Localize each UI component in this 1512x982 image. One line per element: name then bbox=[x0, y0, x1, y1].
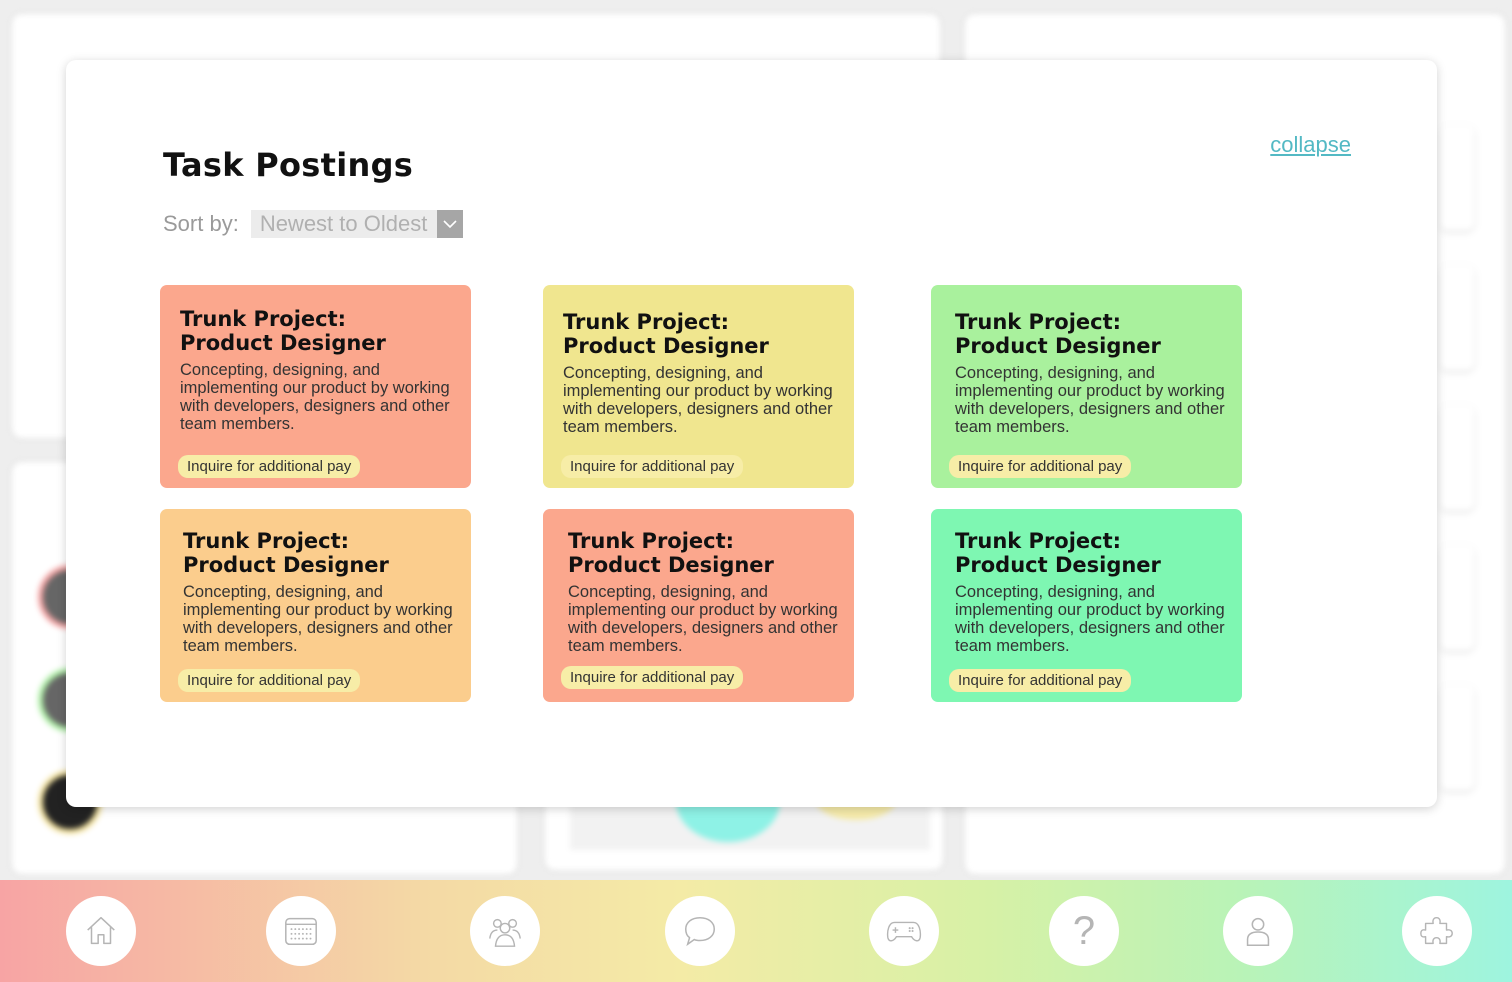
nav-games-button[interactable] bbox=[869, 896, 939, 966]
sort-label: Sort by: bbox=[163, 211, 239, 236]
background-posting-card bbox=[1440, 405, 1474, 510]
collapse-link[interactable]: collapse bbox=[1270, 132, 1351, 158]
task-title-line2: Product Designer bbox=[955, 334, 1161, 358]
sort-row: Sort by: Newest to Oldest bbox=[163, 210, 464, 238]
task-card[interactable]: Trunk Project: Product Designer Concepti… bbox=[160, 509, 471, 702]
nav-home-button[interactable] bbox=[66, 896, 136, 966]
team-icon bbox=[489, 918, 521, 947]
task-description: Concepting, designing, and implementing … bbox=[563, 364, 833, 436]
nav-team-button[interactable] bbox=[470, 896, 540, 966]
chevron-down-icon bbox=[437, 210, 464, 238]
sort-dropdown[interactable]: Newest to Oldest bbox=[250, 210, 464, 238]
task-title-line1: Trunk Project: bbox=[180, 307, 347, 331]
task-title-line2: Product Designer bbox=[955, 553, 1161, 577]
profile-icon bbox=[1246, 917, 1270, 947]
pay-badge[interactable]: Inquire for additional pay bbox=[949, 669, 1132, 692]
sort-selected-value: Newest to Oldest bbox=[259, 211, 428, 236]
app-root: Task Postings collapse Sort by: Newest t… bbox=[0, 0, 1512, 982]
task-title: Trunk Project: Product Designer bbox=[180, 307, 471, 355]
task-title-line2: Product Designer bbox=[563, 334, 769, 358]
gamepad-icon bbox=[886, 921, 922, 942]
task-description: Concepting, designing, and implementing … bbox=[955, 583, 1225, 655]
task-card[interactable]: Trunk Project: Product Designer Concepti… bbox=[543, 509, 854, 702]
pay-badge[interactable]: Inquire for additional pay bbox=[949, 455, 1132, 478]
task-card[interactable]: Trunk Project: Product Designer Concepti… bbox=[931, 285, 1242, 488]
task-card[interactable]: Trunk Project: Product Designer Concepti… bbox=[931, 509, 1242, 702]
nav-chat-button[interactable] bbox=[665, 896, 735, 966]
task-postings-modal: Task Postings collapse Sort by: Newest t… bbox=[66, 60, 1437, 807]
nav-help-button[interactable]: ? bbox=[1049, 896, 1119, 966]
nav-profile-button[interactable] bbox=[1223, 896, 1293, 966]
nav-calendar-button[interactable] bbox=[266, 896, 336, 966]
task-description: Concepting, designing, and implementing … bbox=[568, 583, 838, 655]
task-title-line1: Trunk Project: bbox=[955, 310, 1122, 334]
task-title: Trunk Project: Product Designer bbox=[955, 529, 1242, 577]
task-title: Trunk Project: Product Designer bbox=[955, 310, 1242, 358]
pay-badge[interactable]: Inquire for additional pay bbox=[561, 666, 744, 689]
background-posting-card bbox=[1440, 265, 1474, 370]
nav-puzzle-button[interactable] bbox=[1402, 896, 1472, 966]
task-title-line1: Trunk Project: bbox=[568, 529, 735, 553]
help-icon: ? bbox=[1072, 908, 1096, 953]
calendar-icon bbox=[285, 917, 317, 946]
background-posting-card bbox=[1440, 125, 1474, 230]
home-icon bbox=[87, 916, 115, 945]
task-description: Concepting, designing, and implementing … bbox=[180, 361, 450, 433]
pay-badge[interactable]: Inquire for additional pay bbox=[561, 455, 744, 478]
task-title: Trunk Project: Product Designer bbox=[563, 310, 854, 358]
pay-badge[interactable]: Inquire for additional pay bbox=[178, 669, 361, 692]
pay-badge[interactable]: Inquire for additional pay bbox=[178, 455, 361, 478]
task-title-line2: Product Designer bbox=[568, 553, 774, 577]
task-description: Concepting, designing, and implementing … bbox=[955, 364, 1225, 436]
task-description: Concepting, designing, and implementing … bbox=[183, 583, 453, 655]
modal-title: Task Postings bbox=[163, 146, 414, 184]
task-title-line2: Product Designer bbox=[180, 331, 386, 355]
task-card[interactable]: Trunk Project: Product Designer Concepti… bbox=[543, 285, 854, 488]
bottom-nav: ? bbox=[0, 880, 1512, 982]
background-posting-card bbox=[1440, 545, 1474, 650]
task-title-line1: Trunk Project: bbox=[563, 310, 730, 334]
puzzle-icon bbox=[1420, 916, 1453, 945]
task-title-line1: Trunk Project: bbox=[955, 529, 1122, 553]
chat-icon bbox=[684, 916, 716, 947]
task-title-line1: Trunk Project: bbox=[183, 529, 350, 553]
task-title-line2: Product Designer bbox=[183, 553, 389, 577]
task-title: Trunk Project: Product Designer bbox=[183, 529, 471, 577]
task-card[interactable]: Trunk Project: Product Designer Concepti… bbox=[160, 285, 471, 488]
background-posting-card bbox=[1440, 685, 1474, 790]
task-title: Trunk Project: Product Designer bbox=[568, 529, 854, 577]
